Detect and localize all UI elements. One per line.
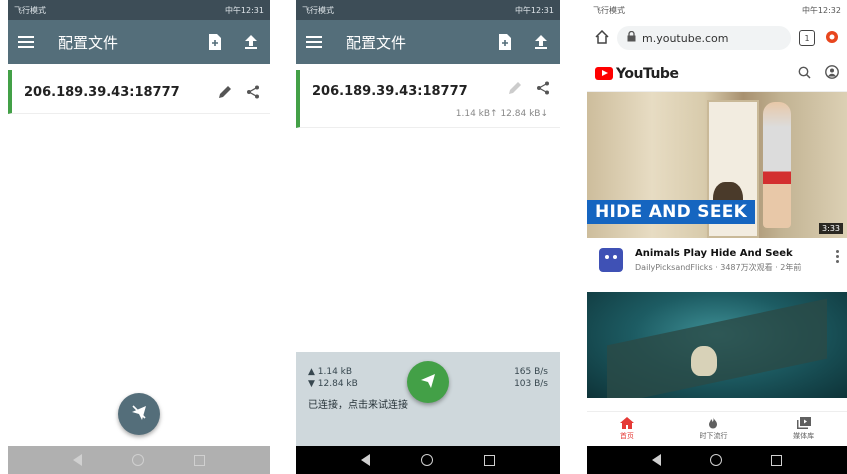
youtube-logo[interactable]: YouTube xyxy=(595,66,798,82)
menu-icon[interactable] xyxy=(18,36,34,48)
youtube-header: YouTube xyxy=(587,56,847,92)
airplane-off-icon xyxy=(130,403,148,425)
youtube-bottom-nav: 首页 时下流行 媒体库 xyxy=(587,411,847,446)
page-title: 配置文件 xyxy=(58,33,119,52)
tab-trending-label: 时下流行 xyxy=(699,432,728,440)
tabs-count-icon[interactable]: 1 xyxy=(799,30,815,46)
status-right: 中午12:32 xyxy=(801,5,841,15)
app-bar: 配置文件 xyxy=(296,20,560,64)
add-profile-icon[interactable] xyxy=(206,33,224,51)
thumb-shipwreck xyxy=(607,298,827,398)
recents-icon[interactable] xyxy=(483,454,495,466)
thumb-person xyxy=(763,102,791,228)
video-title[interactable]: Animals Play Hide And Seek xyxy=(635,248,836,259)
system-nav-bar xyxy=(587,446,847,474)
recents-icon[interactable] xyxy=(194,454,205,466)
video-meta: DailyPicksandFlicks · 3487万次观看 · 2年前 xyxy=(635,263,802,272)
library-icon xyxy=(796,417,811,429)
browser-toolbar: m.youtube.com 1 xyxy=(587,20,847,56)
trending-flame-icon xyxy=(709,417,718,429)
disconnect-fab[interactable] xyxy=(407,361,449,403)
upload-icon[interactable] xyxy=(532,33,550,51)
back-icon[interactable] xyxy=(651,454,661,466)
status-right: 中午12:31 xyxy=(224,5,264,15)
video-thumbnail[interactable]: HIDE AND SEEK 3:33 xyxy=(587,92,847,238)
tab-trending[interactable]: 时下流行 xyxy=(699,417,727,441)
download-rate: 103 B/s xyxy=(514,379,548,389)
thumb-skeleton xyxy=(691,346,717,376)
phone-screen-disconnected: 飞行模式 中午12:31 配置文件 206.189.39.43:18777 xyxy=(8,0,270,474)
download-total: ▼ 12.84 kB xyxy=(308,379,358,389)
status-left: 飞行模式 xyxy=(14,5,46,15)
upload-rate: 165 B/s xyxy=(514,367,548,377)
recents-icon[interactable] xyxy=(771,454,783,466)
edit-icon[interactable] xyxy=(218,84,232,103)
home-icon[interactable] xyxy=(420,454,433,466)
status-bar: 飞行模式 中午12:31 xyxy=(296,0,560,20)
menu-icon[interactable] xyxy=(306,36,322,48)
video-thumbnail-2[interactable] xyxy=(587,292,847,398)
upload-total: ▲ 1.14 kB xyxy=(308,367,353,377)
connect-fab[interactable] xyxy=(118,393,160,435)
status-bar: 飞行模式 中午12:31 xyxy=(8,0,270,20)
youtube-play-icon xyxy=(595,67,613,80)
back-icon[interactable] xyxy=(73,454,82,466)
airplane-icon xyxy=(419,371,437,393)
share-icon[interactable] xyxy=(536,80,550,99)
video-duration: 3:33 xyxy=(819,223,843,234)
url-bar[interactable]: m.youtube.com xyxy=(617,26,791,50)
system-nav-bar xyxy=(8,446,270,474)
status-bar: 飞行模式 中午12:32 xyxy=(587,0,847,20)
tab-home[interactable]: 首页 xyxy=(619,417,634,441)
profile-traffic: 1.14 kB↑ 12.84 kB↓ xyxy=(455,109,548,119)
tab-home-label: 首页 xyxy=(619,432,634,440)
tab-library[interactable]: 媒体库 xyxy=(793,417,814,441)
edit-icon[interactable] xyxy=(508,80,522,99)
search-icon[interactable] xyxy=(798,64,811,83)
browser-menu-icon[interactable] xyxy=(825,29,839,48)
thumbnail-banner: HIDE AND SEEK xyxy=(587,200,756,224)
profile-card[interactable]: 206.189.39.43:18777 xyxy=(8,70,270,114)
home-icon[interactable] xyxy=(132,454,144,466)
channel-avatar-icon[interactable] xyxy=(599,248,623,272)
account-icon[interactable] xyxy=(825,64,839,83)
url-text: m.youtube.com xyxy=(642,31,729,45)
add-profile-icon[interactable] xyxy=(496,33,514,51)
youtube-wordmark: YouTube xyxy=(616,65,679,82)
page-title: 配置文件 xyxy=(346,33,407,52)
system-nav-bar xyxy=(296,446,560,474)
status-left: 飞行模式 xyxy=(593,5,625,15)
tab-library-label: 媒体库 xyxy=(793,432,815,440)
phone-screen-connected: 飞行模式 中午12:31 配置文件 206.189.39.43:18777 1.… xyxy=(296,0,560,474)
status-right: 中午12:31 xyxy=(514,5,554,15)
home-tab-icon xyxy=(619,417,634,429)
lock-icon xyxy=(627,30,636,45)
video-info[interactable]: Animals Play Hide And Seek DailyPicksand… xyxy=(587,238,847,292)
back-icon[interactable] xyxy=(361,454,371,466)
share-icon[interactable] xyxy=(246,84,260,103)
upload-icon[interactable] xyxy=(242,33,260,51)
app-bar: 配置文件 xyxy=(8,20,270,64)
home-icon[interactable] xyxy=(595,29,609,48)
more-options-icon[interactable] xyxy=(836,250,839,263)
home-icon[interactable] xyxy=(709,454,722,466)
phone-screen-youtube: 飞行模式 中午12:32 m.youtube.com 1 YouTube HID… xyxy=(587,0,847,474)
profile-card[interactable]: 206.189.39.43:18777 1.14 kB↑ 12.84 kB↓ xyxy=(296,70,560,128)
status-left: 飞行模式 xyxy=(302,5,334,15)
